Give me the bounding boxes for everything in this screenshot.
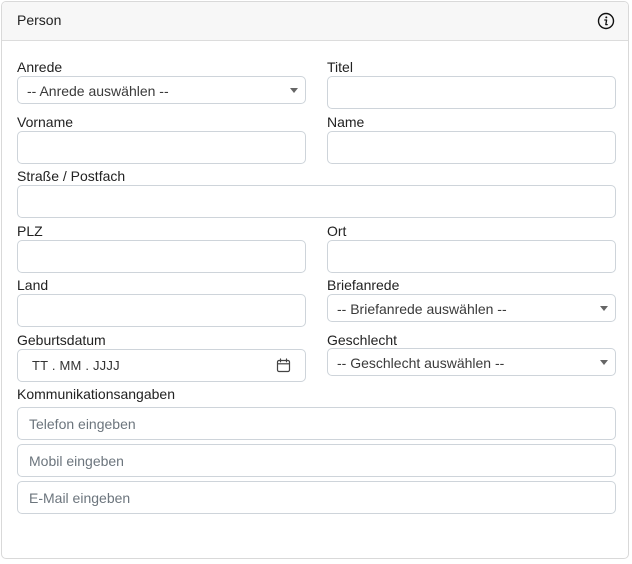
ort-input[interactable]	[327, 240, 616, 273]
strasse-input[interactable]	[17, 185, 616, 218]
land-label: Land	[17, 277, 49, 293]
titel-label: Titel	[327, 59, 353, 75]
date-placeholder: TT . MM . JJJJ	[32, 358, 120, 373]
plz-label: PLZ	[17, 223, 43, 239]
geschlecht-label: Geschlecht	[327, 332, 398, 348]
kommunikation-label: Kommunikationsangaben	[17, 386, 175, 402]
telefon-input[interactable]: Telefon eingeben	[17, 407, 616, 440]
briefanrede-label: Briefanrede	[327, 277, 400, 293]
mobil-placeholder: Mobil eingeben	[29, 453, 124, 469]
panel-header: Person	[2, 2, 628, 41]
name-label: Name	[327, 114, 365, 130]
chevron-down-icon	[600, 360, 608, 365]
geburtsdatum-input[interactable]: TT . MM . JJJJ	[17, 349, 306, 382]
info-icon[interactable]	[597, 12, 615, 30]
name-input[interactable]	[327, 131, 616, 164]
titel-input[interactable]	[327, 76, 616, 109]
anrede-selected-value: -- Anrede auswählen --	[27, 83, 169, 99]
plz-input[interactable]	[17, 240, 306, 273]
geburtsdatum-label: Geburtsdatum	[17, 332, 106, 348]
email-input[interactable]: E-Mail eingeben	[17, 481, 616, 514]
ort-label: Ort	[327, 223, 347, 239]
telefon-placeholder: Telefon eingeben	[29, 416, 136, 432]
anrede-label: Anrede	[17, 59, 63, 75]
briefanrede-selected-value: -- Briefanrede auswählen --	[337, 301, 507, 317]
vorname-input[interactable]	[17, 131, 306, 164]
geschlecht-select[interactable]: -- Geschlecht auswählen --	[327, 348, 616, 376]
mobil-input[interactable]: Mobil eingeben	[17, 444, 616, 477]
chevron-down-icon	[600, 306, 608, 311]
anrede-select[interactable]: -- Anrede auswählen --	[17, 76, 306, 104]
strasse-label: Straße / Postfach	[17, 168, 126, 184]
panel-title: Person	[17, 12, 62, 28]
chevron-down-icon	[290, 88, 298, 93]
person-panel: Person Anrede -- Anrede auswählen -- Tit…	[1, 1, 629, 559]
email-placeholder: E-Mail eingeben	[29, 490, 131, 506]
calendar-icon[interactable]	[276, 358, 291, 373]
geschlecht-selected-value: -- Geschlecht auswählen --	[337, 355, 505, 371]
vorname-label: Vorname	[17, 114, 74, 130]
land-input[interactable]	[17, 294, 306, 327]
briefanrede-select[interactable]: -- Briefanrede auswählen --	[327, 294, 616, 322]
